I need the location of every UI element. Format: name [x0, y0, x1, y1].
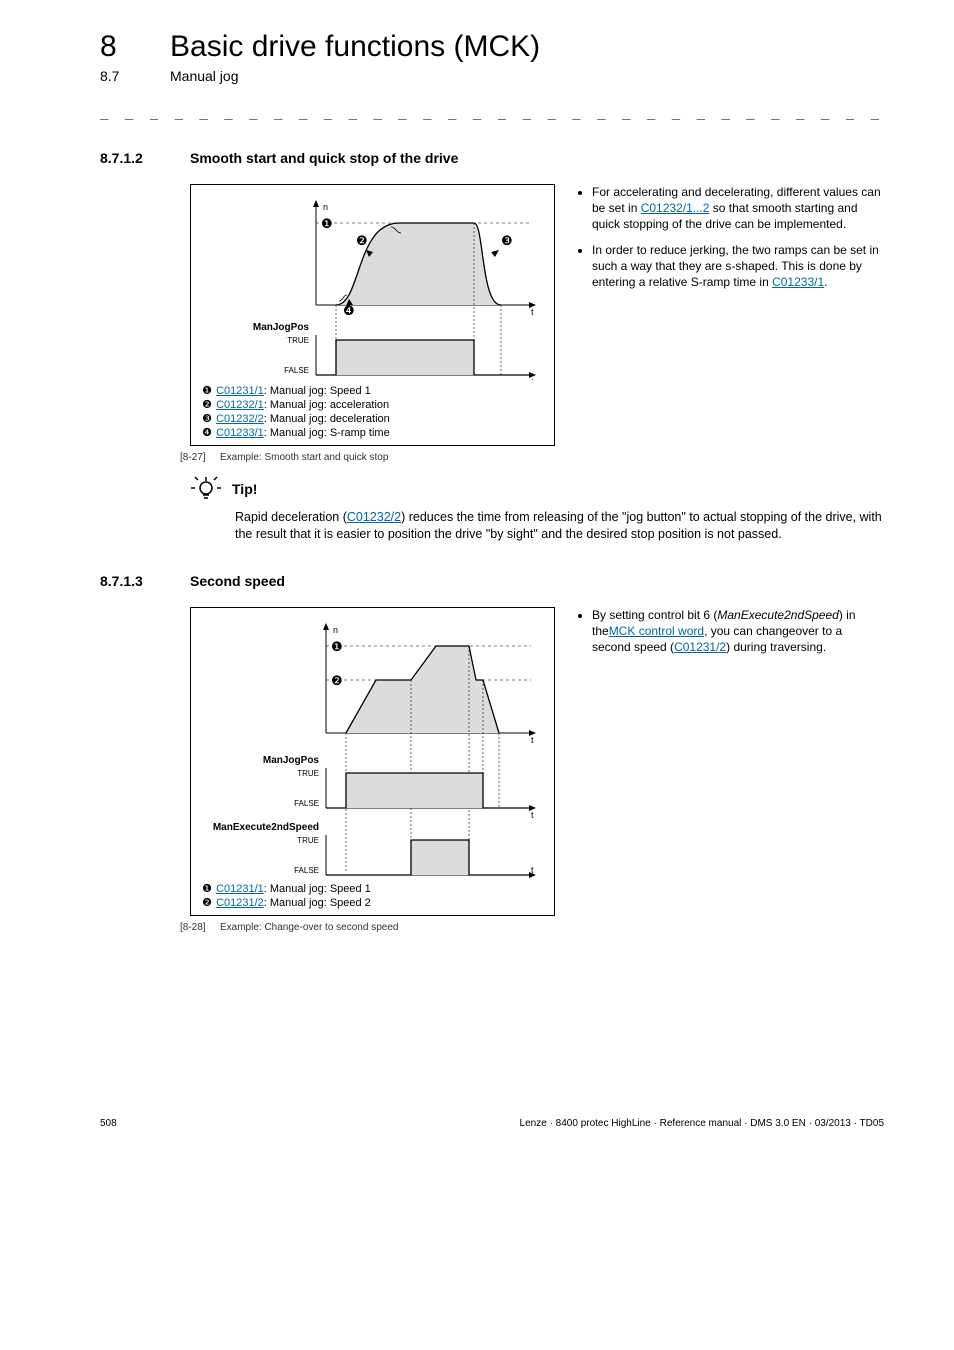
figure-caption-8-28: [8-28] Example: Change-over to second sp… [180, 922, 555, 933]
link-c01232-range[interactable]: C01232/1...2 [641, 201, 710, 215]
legend-item-2b: ❷ C01231/2: Manual jog: Speed 2 [201, 896, 544, 909]
link-mck-control-word[interactable]: MCK control word [609, 624, 704, 638]
signal-true: TRUE [287, 336, 309, 345]
axis-t-label-2: t [531, 377, 534, 380]
chapter-number: 8 [100, 30, 170, 64]
link-c01232-2[interactable]: C01232/2 [216, 413, 264, 425]
link-c01232-1[interactable]: C01232/1 [216, 399, 264, 411]
subsection-title: Smooth start and quick stop of the drive [190, 150, 458, 166]
signal-manjogpos-label: ManJogPos [253, 322, 310, 333]
section-number: 8.7 [100, 68, 170, 84]
chapter-header: 8 Basic drive functions (MCK) [100, 30, 884, 64]
tip-block: Tip! Rapid deceleration (C01232/2) reduc… [190, 475, 884, 543]
legend-item-3: ❸ C01232/2: Manual jog: deceleration [201, 412, 544, 425]
tip-icon [190, 475, 222, 503]
link-c01231-1b[interactable]: C01231/1 [216, 883, 264, 895]
bullet-accel-decel: For accelerating and decelerating, diffe… [592, 184, 884, 233]
svg-text:TRUE: TRUE [297, 769, 319, 778]
svg-text:TRUE: TRUE [297, 836, 319, 845]
section-title: Manual jog [170, 68, 239, 84]
chapter-title: Basic drive functions (MCK) [170, 30, 540, 64]
subsection-title-2: Second speed [190, 573, 285, 589]
legend-item-4: ❹ C01233/1: Manual jog: S-ramp time [201, 426, 544, 439]
subsection-number: 8.7.1.2 [100, 150, 190, 166]
bullet-second-speed: By setting control bit 6 (ManExecute2ndS… [592, 607, 884, 656]
signal-manjogpos: ManJogPos [263, 755, 320, 766]
page-number: 508 [100, 1118, 117, 1129]
figure-caption-8-27: [8-27] Example: Smooth start and quick s… [180, 452, 555, 463]
link-c01233-1[interactable]: C01233/1 [216, 427, 264, 439]
second-speed-diagram: n t ❶ ❷ [201, 618, 541, 878]
link-c01233-1b[interactable]: C01233/1 [772, 275, 824, 289]
link-tip-c01232-2[interactable]: C01232/2 [347, 510, 401, 524]
axis-n-label: n [323, 202, 328, 212]
marker-2: ❷ [356, 233, 368, 248]
link-c01231-1[interactable]: C01231/1 [216, 385, 264, 397]
marker-1: ❶ [321, 216, 333, 231]
subsection-heading: 8.7.1.2 Smooth start and quick stop of t… [100, 150, 884, 166]
legend-item-1: ❶ C01231/1: Manual jog: Speed 1 [201, 384, 544, 397]
subsection-heading-2: 8.7.1.3 Second speed [100, 573, 884, 589]
subsection-number-2: 8.7.1.3 [100, 573, 190, 589]
link-c01231-2b[interactable]: C01231/2 [674, 640, 726, 654]
axis-t-label: t [531, 307, 534, 317]
section-header: 8.7 Manual jog [100, 68, 884, 84]
divider-dashes: _ _ _ _ _ _ _ _ _ _ _ _ _ _ _ _ _ _ _ _ … [100, 104, 884, 120]
tip-body: Rapid deceleration (C01232/2) reduces th… [235, 509, 884, 543]
svg-text:FALSE: FALSE [294, 866, 319, 875]
axis-t-label: t [531, 735, 534, 745]
figure-8-27: n t [190, 184, 555, 446]
marker-1b: ❶ [331, 639, 343, 654]
page-footer: 508 Lenze · 8400 protec HighLine · Refer… [100, 1113, 884, 1129]
svg-text:FALSE: FALSE [294, 799, 319, 808]
smooth-start-diagram: n t [201, 195, 541, 380]
legend-item-1b: ❶ C01231/1: Manual jog: Speed 1 [201, 882, 544, 895]
bullet-s-ramp: In order to reduce jerking, the two ramp… [592, 242, 884, 291]
svg-text:t: t [531, 810, 534, 820]
footer-text: Lenze · 8400 protec HighLine · Reference… [520, 1118, 884, 1129]
tip-label: Tip! [232, 481, 257, 497]
marker-2b: ❷ [331, 673, 343, 688]
figure-8-28: n t ❶ ❷ [190, 607, 555, 916]
link-c01231-2[interactable]: C01231/2 [216, 897, 264, 909]
svg-text:t: t [531, 865, 534, 875]
signal-manexecute2ndspeed: ManExecute2ndSpeed [213, 822, 319, 833]
marker-3: ❸ [501, 233, 513, 248]
legend-item-2: ❷ C01232/1: Manual jog: acceleration [201, 398, 544, 411]
axis-n-label: n [333, 625, 338, 635]
signal-false: FALSE [284, 366, 309, 375]
